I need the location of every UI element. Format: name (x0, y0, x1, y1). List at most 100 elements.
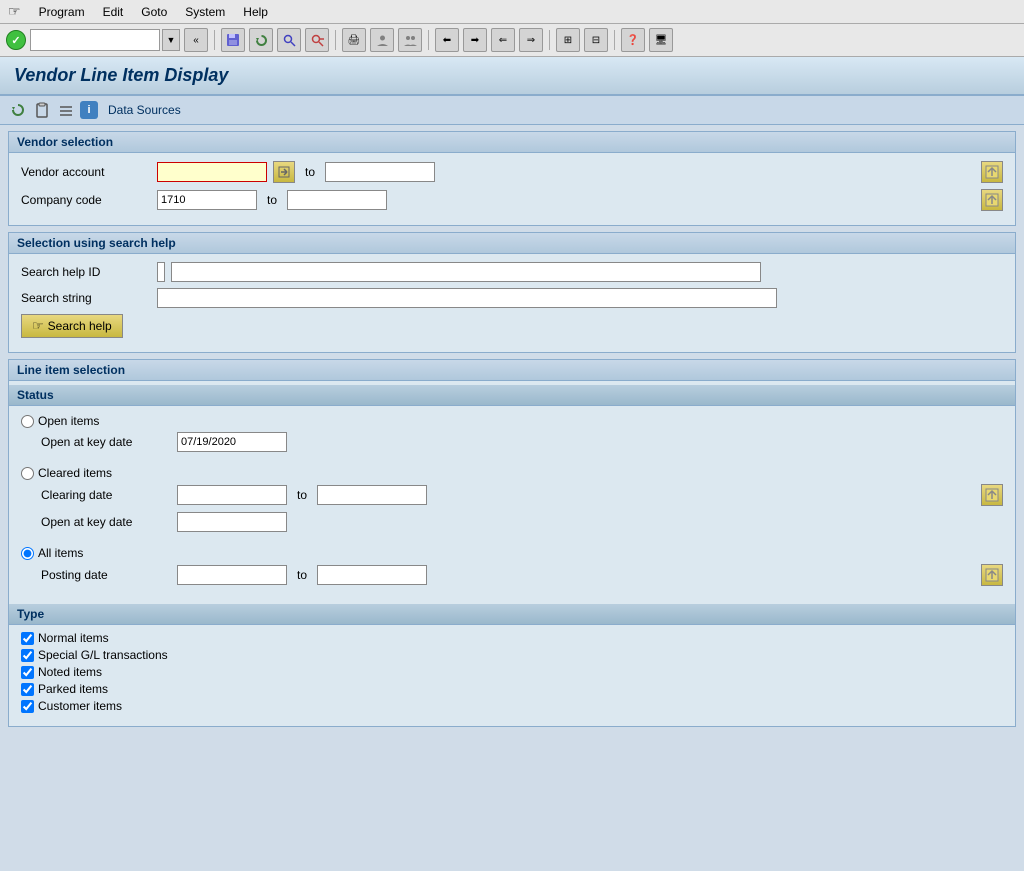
all-items-radio[interactable] (21, 547, 34, 560)
command-input[interactable] (30, 29, 160, 51)
search-help-id-row: Search help ID (21, 262, 1003, 282)
sub-clipboard-btn[interactable] (32, 100, 52, 120)
customer-items-checkbox[interactable] (21, 700, 34, 713)
vendor-account-row: Vendor account to (21, 161, 1003, 183)
menu-help[interactable]: Help (243, 5, 268, 19)
search-help-button[interactable]: ☞ Search help (21, 314, 123, 338)
open-key-date-input[interactable] (177, 432, 287, 452)
vendor-selection-content: Vendor account to Company code to (9, 153, 1015, 225)
nav-next-btn[interactable]: ➡ (463, 28, 487, 52)
nav-last-btn[interactable]: ⇒ (519, 28, 543, 52)
menu-edit[interactable]: Edit (103, 5, 124, 19)
collapse-btn[interactable]: ⊟ (584, 28, 608, 52)
menu-program[interactable]: Program (39, 5, 85, 19)
vendor-selection-section: Vendor selection Vendor account to Compa… (8, 131, 1016, 226)
open-items-label: Open items (38, 414, 99, 428)
type-header: Type (9, 604, 1015, 625)
search-string-label: Search string (21, 291, 151, 305)
command-input-wrap: ▼ (30, 29, 180, 51)
cleared-items-row: Cleared items (21, 466, 1003, 480)
user1-btn[interactable] (370, 28, 394, 52)
vendor-account-input[interactable] (157, 162, 267, 182)
nav-prev-btn[interactable]: ⬅ (435, 28, 459, 52)
line-item-section: Line item selection Status Open items Op… (8, 359, 1016, 727)
company-code-label: Company code (21, 193, 151, 207)
monitor-btn[interactable]: 🖥 (649, 28, 673, 52)
refresh-btn[interactable] (249, 28, 273, 52)
posting-date-to-label: to (297, 568, 307, 582)
clearing-date-range-btn[interactable] (981, 484, 1003, 506)
company-code-input[interactable] (157, 190, 257, 210)
cleared-items-radio[interactable] (21, 467, 34, 480)
sub-toolbar: i Data Sources (0, 96, 1024, 125)
vendor-account-to-input[interactable] (325, 162, 435, 182)
search-help-btn-row: ☞ Search help (21, 314, 1003, 338)
company-code-row: Company code to (21, 189, 1003, 211)
posting-date-from-input[interactable] (177, 565, 287, 585)
special-gl-row: Special G/L transactions (21, 648, 1003, 662)
search-help-id-input[interactable] (171, 262, 761, 282)
nav-back-btn[interactable]: « (184, 28, 208, 52)
normal-items-row: Normal items (21, 631, 1003, 645)
main-content: Vendor Line Item Display i Data Sources … (0, 57, 1024, 727)
normal-items-checkbox[interactable] (21, 632, 34, 645)
toolbar: ✓ ▼ « 🖨 ⬅ ➡ ⇐ ⇒ ⊞ ⊟ ❓ 🖥 (0, 24, 1024, 57)
noted-items-checkbox[interactable] (21, 666, 34, 679)
open-key-date-label: Open at key date (41, 435, 171, 449)
menu-icon: ☞ (8, 3, 21, 20)
nav-first-btn[interactable]: ⇐ (491, 28, 515, 52)
special-gl-checkbox[interactable] (21, 649, 34, 662)
special-gl-label: Special G/L transactions (38, 648, 168, 662)
sub-list-btn[interactable] (56, 100, 76, 120)
search-help-header: Selection using search help (9, 233, 1015, 254)
save-btn[interactable] (221, 28, 245, 52)
data-sources-label[interactable]: Data Sources (108, 103, 181, 117)
status-header: Status (9, 385, 1015, 406)
search-help-btn-label: Search help (48, 319, 112, 333)
open-key-date2-label: Open at key date (41, 515, 171, 529)
menu-goto[interactable]: Goto (141, 5, 167, 19)
sep2 (335, 30, 336, 50)
vendor-account-picker-btn[interactable] (273, 161, 295, 183)
posting-date-to-input[interactable] (317, 565, 427, 585)
find-next-btn[interactable] (305, 28, 329, 52)
help-btn[interactable]: ❓ (621, 28, 645, 52)
clearing-date-row: Clearing date to (41, 484, 1003, 506)
normal-items-label: Normal items (38, 631, 109, 645)
posting-date-label: Posting date (41, 568, 171, 582)
command-dropdown-btn[interactable]: ▼ (162, 29, 180, 51)
status-icon[interactable]: ✓ (6, 30, 26, 50)
menu-bar: ☞ Program Edit Goto System Help (0, 0, 1024, 24)
find-btn[interactable] (277, 28, 301, 52)
search-help-section: Selection using search help Search help … (8, 232, 1016, 353)
expand-btn[interactable]: ⊞ (556, 28, 580, 52)
type-content: Normal items Special G/L transactions No… (9, 625, 1015, 722)
posting-date-range-btn[interactable] (981, 564, 1003, 586)
cleared-items-label: Cleared items (38, 466, 112, 480)
open-key-date2-row: Open at key date (41, 512, 1003, 532)
clearing-date-to-label: to (297, 488, 307, 502)
sub-refresh-btn[interactable] (8, 100, 28, 120)
open-items-row: Open items (21, 414, 1003, 428)
search-help-id-checkbox-indicator (157, 262, 165, 282)
parked-items-checkbox[interactable] (21, 683, 34, 696)
search-string-input[interactable] (157, 288, 777, 308)
clearing-date-label: Clearing date (41, 488, 171, 502)
search-help-btn-icon: ☞ (32, 318, 44, 334)
vendor-account-range-btn[interactable] (981, 161, 1003, 183)
sub-info-btn[interactable]: i (80, 101, 98, 119)
print-btn[interactable]: 🖨 (342, 28, 366, 52)
clearing-date-to-input[interactable] (317, 485, 427, 505)
open-key-date2-input[interactable] (177, 512, 287, 532)
all-items-label: All items (38, 546, 83, 560)
noted-items-label: Noted items (38, 665, 102, 679)
all-items-row: All items (21, 546, 1003, 560)
user2-btn[interactable] (398, 28, 422, 52)
menu-system[interactable]: System (185, 5, 225, 19)
clearing-date-from-input[interactable] (177, 485, 287, 505)
parked-items-label: Parked items (38, 682, 108, 696)
company-code-range-btn[interactable] (981, 189, 1003, 211)
vendor-account-label: Vendor account (21, 165, 151, 179)
company-code-to-input[interactable] (287, 190, 387, 210)
open-items-radio[interactable] (21, 415, 34, 428)
